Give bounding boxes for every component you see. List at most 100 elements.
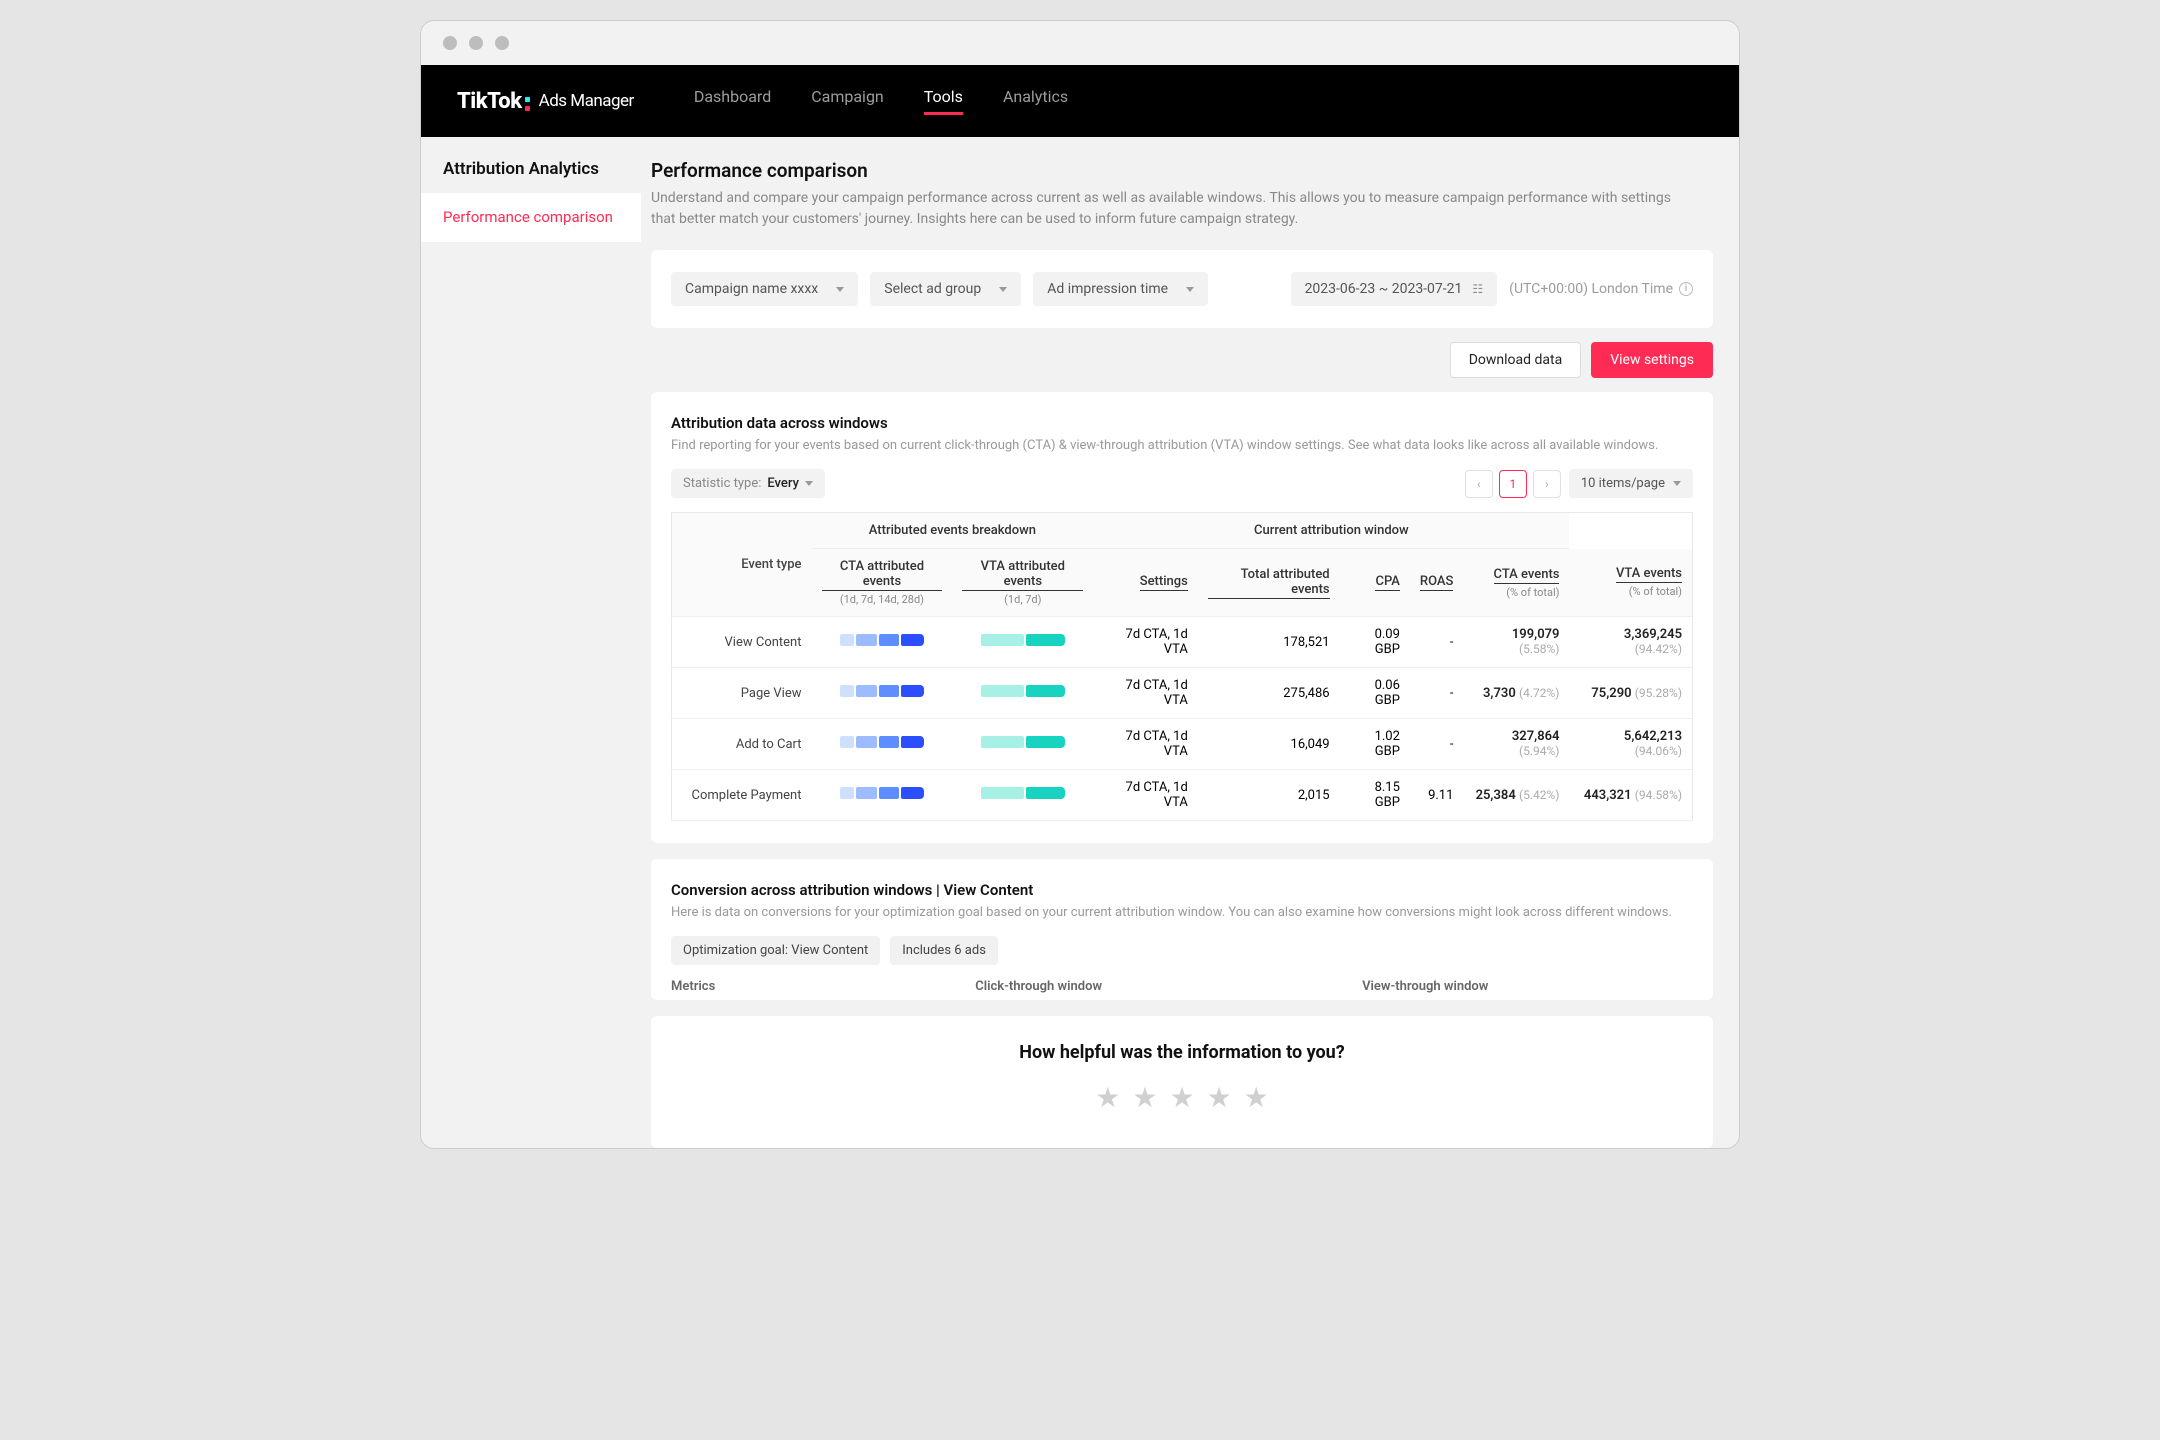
view-settings-button[interactable]: View settings [1591, 342, 1713, 378]
th-current: Current attribution window [1093, 513, 1569, 549]
th-vta: VTA attributed events(1d, 7d) [952, 549, 1093, 617]
campaign-select[interactable]: Campaign name xxxx [671, 272, 858, 306]
sidebar-item-performance-comparison[interactable]: Performance comparison [421, 193, 641, 242]
attribution-panel: Attribution data across windows Find rep… [651, 392, 1713, 843]
download-data-button[interactable]: Download data [1450, 342, 1582, 378]
attribution-table: Event type Attributed events breakdown C… [671, 512, 1693, 821]
stat-type-select[interactable]: Statistic type: Every [671, 469, 825, 498]
adgroup-select-label: Select ad group [884, 281, 981, 297]
table-row: Page View7d CTA, 1d VTA275,4860.06 GBP-3… [672, 668, 1693, 719]
cell-vta-events: 75,290 (95.28%) [1569, 668, 1692, 719]
th-event: Event type [672, 513, 812, 617]
cell-cta-spark [812, 668, 953, 719]
cell-cpa: 1.02 GBP [1340, 719, 1410, 770]
cell-cta-spark [812, 770, 953, 821]
pager-prev[interactable]: ‹ [1465, 470, 1493, 498]
table-row: Complete Payment7d CTA, 1d VTA2,0158.15 … [672, 770, 1693, 821]
cell-cta-spark [812, 617, 953, 668]
star-2[interactable]: ★ [1132, 1081, 1157, 1114]
cell-cta-events: 25,384 (5.42%) [1463, 770, 1569, 821]
star-rating: ★ ★ ★ ★ ★ [671, 1081, 1693, 1114]
table-controls: Statistic type: Every ‹ 1 › 10 items/pag… [671, 469, 1693, 498]
th-cta: CTA attributed events(1d, 7d, 14d, 28d) [812, 549, 953, 617]
cell-total: 275,486 [1198, 668, 1340, 719]
brand-name: TikTok [457, 89, 522, 114]
cell-vta-spark [952, 719, 1093, 770]
cell-settings: 7d CTA, 1d VTA [1093, 719, 1198, 770]
th-cpa: CPA [1340, 549, 1410, 617]
col-view: View-through window [1362, 979, 1488, 994]
cell-vta-spark [952, 617, 1093, 668]
ad-count-badge: Includes 6 ads [890, 936, 998, 965]
cell-cta-spark [812, 719, 953, 770]
table-row: Add to Cart7d CTA, 1d VTA16,0491.02 GBP-… [672, 719, 1693, 770]
adgroup-select[interactable]: Select ad group [870, 272, 1021, 306]
th-cta-events: CTA events(% of total) [1463, 549, 1569, 617]
optimization-goal-badge: Optimization goal: View Content [671, 936, 880, 965]
pager-next[interactable]: › [1533, 470, 1561, 498]
cell-cpa: 8.15 GBP [1340, 770, 1410, 821]
chevron-down-icon [836, 287, 844, 292]
calendar-icon [1472, 281, 1483, 297]
stat-type-label: Statistic type: [683, 476, 761, 491]
feedback-panel: How helpful was the information to you? … [651, 1016, 1713, 1148]
star-5[interactable]: ★ [1244, 1081, 1269, 1114]
sidebar: Attribution Analytics Performance compar… [421, 137, 641, 1148]
cell-settings: 7d CTA, 1d VTA [1093, 668, 1198, 719]
sidebar-title: Attribution Analytics [421, 159, 641, 193]
chevron-down-icon [999, 287, 1007, 292]
cell-roas: - [1410, 617, 1464, 668]
nav-dashboard[interactable]: Dashboard [694, 87, 771, 115]
campaign-select-label: Campaign name xxxx [685, 281, 818, 297]
star-1[interactable]: ★ [1095, 1081, 1120, 1114]
chevron-down-icon [805, 481, 813, 486]
primary-nav: Dashboard Campaign Tools Analytics [694, 87, 1068, 115]
cell-vta-events: 5,642,213 (94.06%) [1569, 719, 1692, 770]
timezone-label: (UTC+00:00) London Time i [1509, 281, 1693, 297]
window-control-max[interactable] [495, 36, 509, 50]
cell-roas: - [1410, 668, 1464, 719]
adtime-select[interactable]: Ad impression time [1033, 272, 1208, 306]
conversion-desc: Here is data on conversions for your opt… [671, 905, 1693, 920]
attribution-desc: Find reporting for your events based on … [671, 438, 1693, 453]
nav-analytics[interactable]: Analytics [1003, 87, 1068, 115]
brand-logo: TikTok Ads Manager [457, 89, 634, 114]
star-3[interactable]: ★ [1169, 1081, 1194, 1114]
attribution-title: Attribution data across windows [671, 414, 1693, 432]
pagination: ‹ 1 › [1465, 470, 1561, 498]
cell-cta-events: 327,864 (5.94%) [1463, 719, 1569, 770]
nav-campaign[interactable]: Campaign [811, 87, 884, 115]
th-breakdown: Attributed events breakdown [812, 513, 1094, 549]
nav-tools[interactable]: Tools [924, 87, 963, 115]
info-icon[interactable]: i [1679, 282, 1693, 296]
star-4[interactable]: ★ [1207, 1081, 1232, 1114]
cell-event: View Content [672, 617, 812, 668]
cell-roas: 9.11 [1410, 770, 1464, 821]
action-bar: Download data View settings [651, 342, 1713, 378]
cell-event: Add to Cart [672, 719, 812, 770]
filter-bar: Campaign name xxxx Select ad group Ad im… [651, 250, 1713, 328]
window-control-min[interactable] [469, 36, 483, 50]
chevron-down-icon [1673, 481, 1681, 486]
page-description: Understand and compare your campaign per… [651, 188, 1671, 230]
cell-total: 2,015 [1198, 770, 1340, 821]
window-titlebar [421, 21, 1739, 65]
cell-event: Complete Payment [672, 770, 812, 821]
page-title: Performance comparison [651, 159, 1713, 182]
date-range-picker[interactable]: 2023-06-23 ~ 2023-07-21 [1291, 272, 1498, 306]
th-roas: ROAS [1410, 549, 1464, 617]
window-control-close[interactable] [443, 36, 457, 50]
stat-type-value: Every [767, 476, 799, 491]
cell-total: 16,049 [1198, 719, 1340, 770]
cell-cpa: 0.09 GBP [1340, 617, 1410, 668]
items-per-page-select[interactable]: 10 items/page [1569, 469, 1693, 498]
col-click: Click-through window [975, 979, 1102, 994]
th-total: Total attributed events [1198, 549, 1340, 617]
conversion-title: Conversion across attribution windows | … [671, 881, 1693, 899]
pager-page-1[interactable]: 1 [1499, 470, 1527, 498]
cell-cpa: 0.06 GBP [1340, 668, 1410, 719]
cell-settings: 7d CTA, 1d VTA [1093, 617, 1198, 668]
table-row: View Content7d CTA, 1d VTA178,5210.09 GB… [672, 617, 1693, 668]
cell-vta-spark [952, 770, 1093, 821]
conversion-panel: Conversion across attribution windows | … [651, 859, 1713, 1000]
